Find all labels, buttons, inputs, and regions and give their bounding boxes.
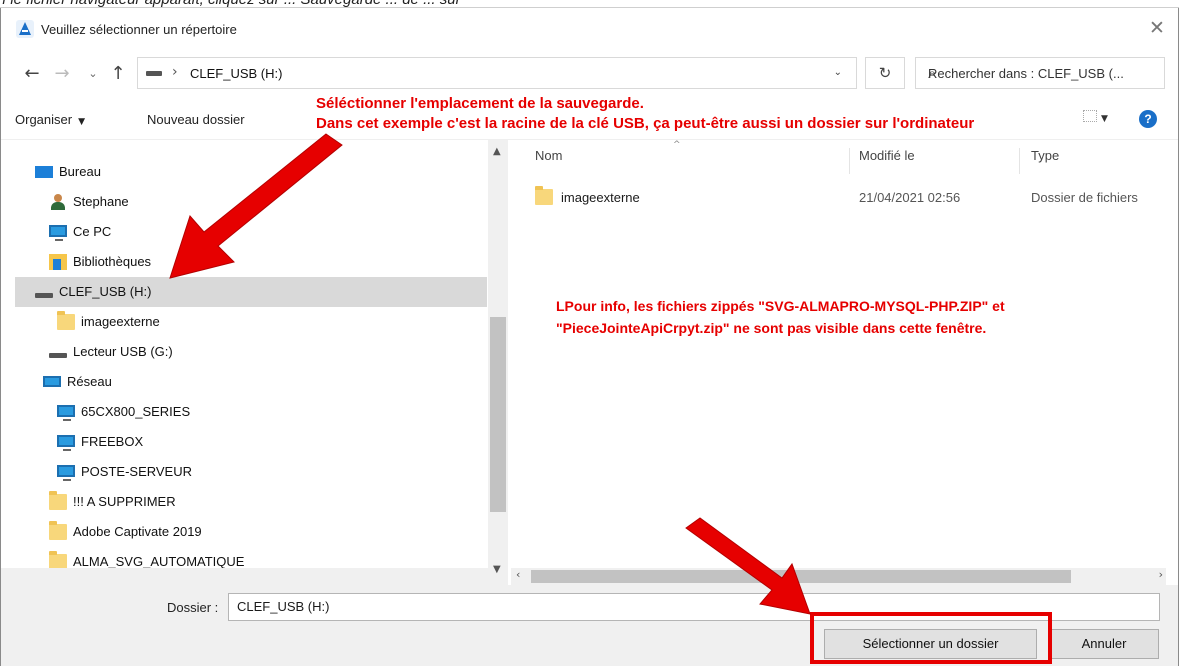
column-header-modified[interactable]: Modifié le: [859, 148, 915, 163]
title-bar: Veuillez sélectionner un répertoire ✕: [1, 8, 1178, 48]
file-list-pane: Nom ^ Modifié le Type imageexterne 21/04…: [511, 140, 1176, 568]
sidebar-item[interactable]: FREEBOX: [1, 427, 487, 457]
user-icon: [49, 194, 67, 210]
sidebar-item[interactable]: CLEF_USB (H:): [15, 277, 487, 307]
sidebar-item-label: !!! A SUPPRIMER: [73, 494, 176, 509]
scrollbar-thumb[interactable]: [531, 570, 1071, 583]
view-caret-icon: ▼: [1101, 114, 1108, 124]
folder-label: Dossier :: [167, 600, 219, 615]
computer-icon: [49, 225, 67, 241]
annotation-info-line1: LPour info, les fichiers zippés "SVG-ALM…: [556, 298, 1005, 314]
sidebar-item[interactable]: ALMA_SVG_AUTOMATIQUE: [1, 547, 487, 568]
back-arrow-icon[interactable]: ←: [21, 61, 43, 87]
sidebar-item[interactable]: POSTE-SERVEUR: [1, 457, 487, 487]
up-arrow-icon[interactable]: ↑: [107, 61, 129, 87]
app-icon: [16, 20, 34, 38]
file-type: Dossier de fichiers: [1031, 190, 1138, 205]
sort-ascending-icon: ^: [673, 140, 681, 150]
sidebar-item[interactable]: Bureau: [1, 157, 487, 187]
sidebar-item-label: FREEBOX: [81, 434, 144, 449]
file-pane-horizontal-scrollbar[interactable]: ‹ ›: [511, 568, 1166, 585]
background-window-text: ı le fichier navigateur apparaît, clique…: [2, 0, 461, 7]
sidebar-item[interactable]: Bibliothèques: [1, 247, 487, 277]
view-options-button[interactable]: ▼: [1079, 108, 1121, 134]
folder-icon: [49, 521, 67, 540]
annotation-text-line1: Séléctionner l'emplacement de la sauvega…: [316, 95, 644, 112]
sidebar-item-label: Stephane: [73, 194, 129, 209]
sidebar-item-label: POSTE-SERVEUR: [81, 464, 193, 479]
drive-icon: [35, 293, 53, 298]
sidebar-item[interactable]: imageexterne: [1, 307, 487, 337]
search-icon: ⌕: [928, 64, 937, 82]
annotation-text-line2: Dans cet exemple c'est la racine de la c…: [316, 115, 975, 132]
sidebar-item[interactable]: Stephane: [1, 187, 487, 217]
folder-icon: [49, 491, 67, 510]
sidebar-item-label: Bureau: [59, 164, 101, 179]
sidebar-item-label: CLEF_USB (H:): [59, 284, 152, 299]
sidebar-item[interactable]: Lecteur USB (G:): [1, 337, 487, 367]
view-grid-icon: [1083, 110, 1097, 122]
nav-pane-vertical-scrollbar[interactable]: ▲ ▼: [488, 140, 508, 585]
background-window-strip: ı le fichier navigateur apparaît, clique…: [0, 0, 1179, 8]
network-icon: [43, 376, 61, 387]
nav-pane-horizontal-scroll-area: [1, 568, 488, 585]
column-separator[interactable]: [1019, 148, 1020, 174]
scroll-left-icon[interactable]: ‹: [516, 568, 520, 581]
sidebar-item[interactable]: 65CX800_SERIES: [1, 397, 487, 427]
drive-icon: [49, 353, 67, 358]
sidebar-item-label: 65CX800_SERIES: [81, 404, 191, 419]
refresh-icon[interactable]: ↻: [865, 57, 905, 89]
sidebar-item[interactable]: Réseau: [1, 367, 487, 397]
scroll-right-icon[interactable]: ›: [1159, 568, 1163, 581]
computer-icon: [57, 405, 75, 421]
organize-caret-icon: ▼: [78, 117, 85, 127]
sidebar-item-label: Ce PC: [73, 224, 112, 239]
organize-button[interactable]: Organiser ▼: [15, 112, 85, 127]
address-dropdown-icon[interactable]: ⌄: [834, 67, 842, 78]
sidebar-item-label: Adobe Captivate 2019: [73, 524, 202, 539]
sidebar-item[interactable]: Ce PC: [1, 217, 487, 247]
computer-icon: [57, 465, 75, 481]
cancel-button[interactable]: Annuler: [1049, 629, 1159, 659]
organize-label: Organiser: [15, 112, 73, 127]
libraries-icon: [49, 254, 67, 270]
help-icon[interactable]: ?: [1139, 110, 1157, 128]
drive-icon: [146, 71, 162, 76]
sidebar-item[interactable]: !!! A SUPPRIMER: [1, 487, 487, 517]
breadcrumb-separator-icon: ›: [172, 64, 178, 80]
file-row[interactable]: imageexterne 21/04/2021 02:56 Dossier de…: [525, 182, 1165, 212]
recent-locations-chevron-icon[interactable]: ⌄: [85, 61, 101, 87]
new-folder-button[interactable]: Nouveau dossier: [147, 112, 245, 127]
sidebar-item-label: ALMA_SVG_AUTOMATIQUE: [73, 554, 245, 568]
column-header-type[interactable]: Type: [1031, 148, 1059, 163]
annotation-info-line2: "PieceJointeApiCrpyt.zip" ne sont pas vi…: [556, 320, 987, 336]
scrollbar-thumb[interactable]: [490, 317, 506, 512]
column-separator[interactable]: [849, 148, 850, 174]
sidebar-item-label: Bibliothèques: [73, 254, 152, 269]
file-modified: 21/04/2021 02:56: [859, 190, 961, 205]
computer-icon: [57, 435, 75, 451]
dialog-title: Veuillez sélectionner un répertoire: [41, 22, 237, 37]
sidebar-item-label: imageexterne: [81, 314, 160, 329]
navigation-pane: Bureau Stephane Ce PC Bibliothèques CLEF_USB…: [1, 140, 488, 568]
close-icon[interactable]: ✕: [1144, 16, 1170, 42]
scroll-down-icon[interactable]: ▼: [493, 564, 501, 575]
search-input[interactable]: Rechercher dans : CLEF_USB (... ⌕: [915, 57, 1165, 89]
desktop-icon: [35, 166, 53, 178]
file-name: imageexterne: [561, 190, 640, 205]
scroll-up-icon[interactable]: ▲: [493, 146, 501, 157]
folder-icon: [49, 551, 67, 568]
sidebar-item-label: Lecteur USB (G:): [73, 344, 173, 359]
forward-arrow-icon[interactable]: →: [51, 61, 73, 87]
sidebar-item[interactable]: Adobe Captivate 2019: [1, 517, 487, 547]
folder-icon: [57, 311, 75, 330]
folder-icon: [535, 186, 553, 205]
highlight-box-select-button: [810, 612, 1052, 664]
breadcrumb-path[interactable]: CLEF_USB (H:): [190, 66, 282, 81]
column-header-name[interactable]: Nom: [535, 148, 562, 163]
sidebar-item-label: Réseau: [67, 374, 112, 389]
address-bar[interactable]: › CLEF_USB (H:) ⌄: [137, 57, 857, 89]
